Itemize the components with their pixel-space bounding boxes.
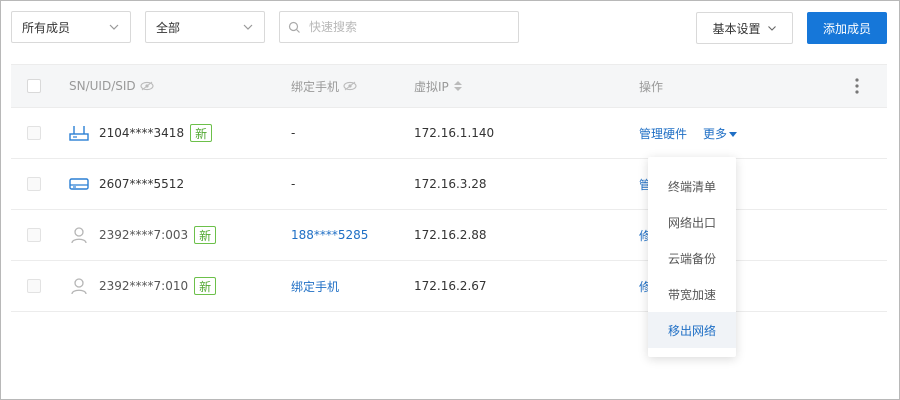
- row-checkbox[interactable]: [27, 228, 41, 242]
- header-select-all[interactable]: [27, 65, 41, 107]
- virtual-ip: 172.16.2.67: [414, 279, 487, 293]
- member-filter-select[interactable]: 所有成员: [11, 11, 131, 43]
- row-checkbox[interactable]: [27, 126, 41, 140]
- eye-icon[interactable]: [343, 81, 357, 91]
- new-badge: 新: [194, 277, 217, 295]
- column-settings-button[interactable]: [855, 65, 859, 107]
- table-row: 2392****7:003 新 188****5285 172.16.2.88 …: [11, 210, 887, 261]
- table-row: 2392****7:010 新 绑定手机 172.16.2.67 修: [11, 261, 887, 312]
- chevron-down-icon: [243, 24, 253, 30]
- header-ops: 操作: [639, 65, 663, 107]
- header-phone-label: 绑定手机: [291, 79, 340, 94]
- select-all-checkbox[interactable]: [27, 79, 41, 93]
- menu-item-terminal-list[interactable]: 终端清单: [648, 168, 736, 204]
- app-window: 所有成员 全部 基本设置 添加成员 SN/UID/SID 绑定手机 虚拟IP 操…: [0, 0, 900, 400]
- header-phone: 绑定手机: [291, 65, 357, 107]
- header-ip[interactable]: 虚拟IP: [414, 65, 463, 107]
- more-label: 更多: [703, 126, 728, 141]
- device-id: 2607****5512: [99, 177, 185, 191]
- virtual-ip: 172.16.2.88: [414, 228, 487, 242]
- menu-item-cloud-backup[interactable]: 云端备份: [648, 240, 736, 276]
- header-ops-label: 操作: [639, 79, 664, 94]
- search-icon: [288, 21, 300, 33]
- row-checkbox[interactable]: [27, 279, 41, 293]
- virtual-ip: 172.16.1.140: [414, 126, 495, 140]
- basic-settings-button[interactable]: 基本设置: [696, 12, 793, 44]
- caret-down-icon: [729, 131, 738, 137]
- virtual-ip: 172.16.3.28: [414, 177, 487, 191]
- header-id-label: SN/UID/SID: [69, 79, 136, 93]
- phone-link[interactable]: 188****5285: [291, 228, 368, 242]
- device-box-icon: [69, 178, 89, 190]
- header-id: SN/UID/SID: [69, 65, 154, 107]
- menu-item-bandwidth-boost[interactable]: 带宽加速: [648, 276, 736, 312]
- more-dropdown-menu: 终端清单 网络出口 云端备份 带宽加速 移出网络: [648, 157, 736, 357]
- more-vertical-icon: [855, 78, 859, 94]
- menu-item-remove-from-network[interactable]: 移出网络: [648, 312, 736, 348]
- row-actions: 管理硬件 更多: [639, 108, 738, 158]
- add-member-label: 添加成员: [822, 21, 871, 36]
- sort-icon[interactable]: [453, 80, 463, 92]
- table-row: 2607****5512 - 172.16.3.28 管: [11, 159, 887, 210]
- router-icon: [69, 126, 89, 141]
- status-filter-select[interactable]: 全部: [145, 11, 265, 43]
- member-filter-value: 所有成员: [22, 20, 71, 35]
- new-badge: 新: [190, 124, 213, 142]
- eye-icon[interactable]: [140, 81, 154, 91]
- menu-item-network-exit[interactable]: 网络出口: [648, 204, 736, 240]
- new-badge: 新: [194, 226, 217, 244]
- row-id-cell: 2392****7:010 新: [69, 261, 217, 311]
- search-input[interactable]: [307, 19, 507, 35]
- more-dropdown-toggle[interactable]: 更多: [703, 125, 738, 142]
- row-id-cell: 2104****3418 新: [69, 108, 213, 158]
- add-member-button[interactable]: 添加成员: [807, 12, 887, 44]
- manage-hardware-link[interactable]: 管理硬件: [639, 125, 687, 142]
- row-id-cell: 2392****7:003 新: [69, 210, 217, 260]
- table-row: 2104****3418 新 - 172.16.1.140 管理硬件 更多: [11, 108, 887, 159]
- phone-value: -: [291, 177, 296, 191]
- header-ip-label: 虚拟IP: [414, 79, 449, 94]
- row-id-cell: 2607****5512: [69, 159, 184, 209]
- chevron-down-icon: [109, 24, 119, 30]
- chevron-down-icon: [767, 26, 776, 31]
- search-box[interactable]: [279, 11, 519, 43]
- device-id: 2392****7:003: [99, 228, 189, 242]
- bind-phone-link[interactable]: 绑定手机: [291, 278, 339, 295]
- basic-settings-label: 基本设置: [712, 21, 761, 36]
- device-id: 2392****7:010: [99, 279, 189, 293]
- table-header: SN/UID/SID 绑定手机 虚拟IP 操作: [11, 64, 887, 108]
- status-filter-value: 全部: [156, 20, 181, 35]
- device-id: 2104****3418: [99, 126, 185, 140]
- user-icon: [71, 278, 87, 295]
- phone-value: -: [291, 126, 296, 140]
- row-checkbox[interactable]: [27, 177, 41, 191]
- user-icon: [71, 227, 87, 244]
